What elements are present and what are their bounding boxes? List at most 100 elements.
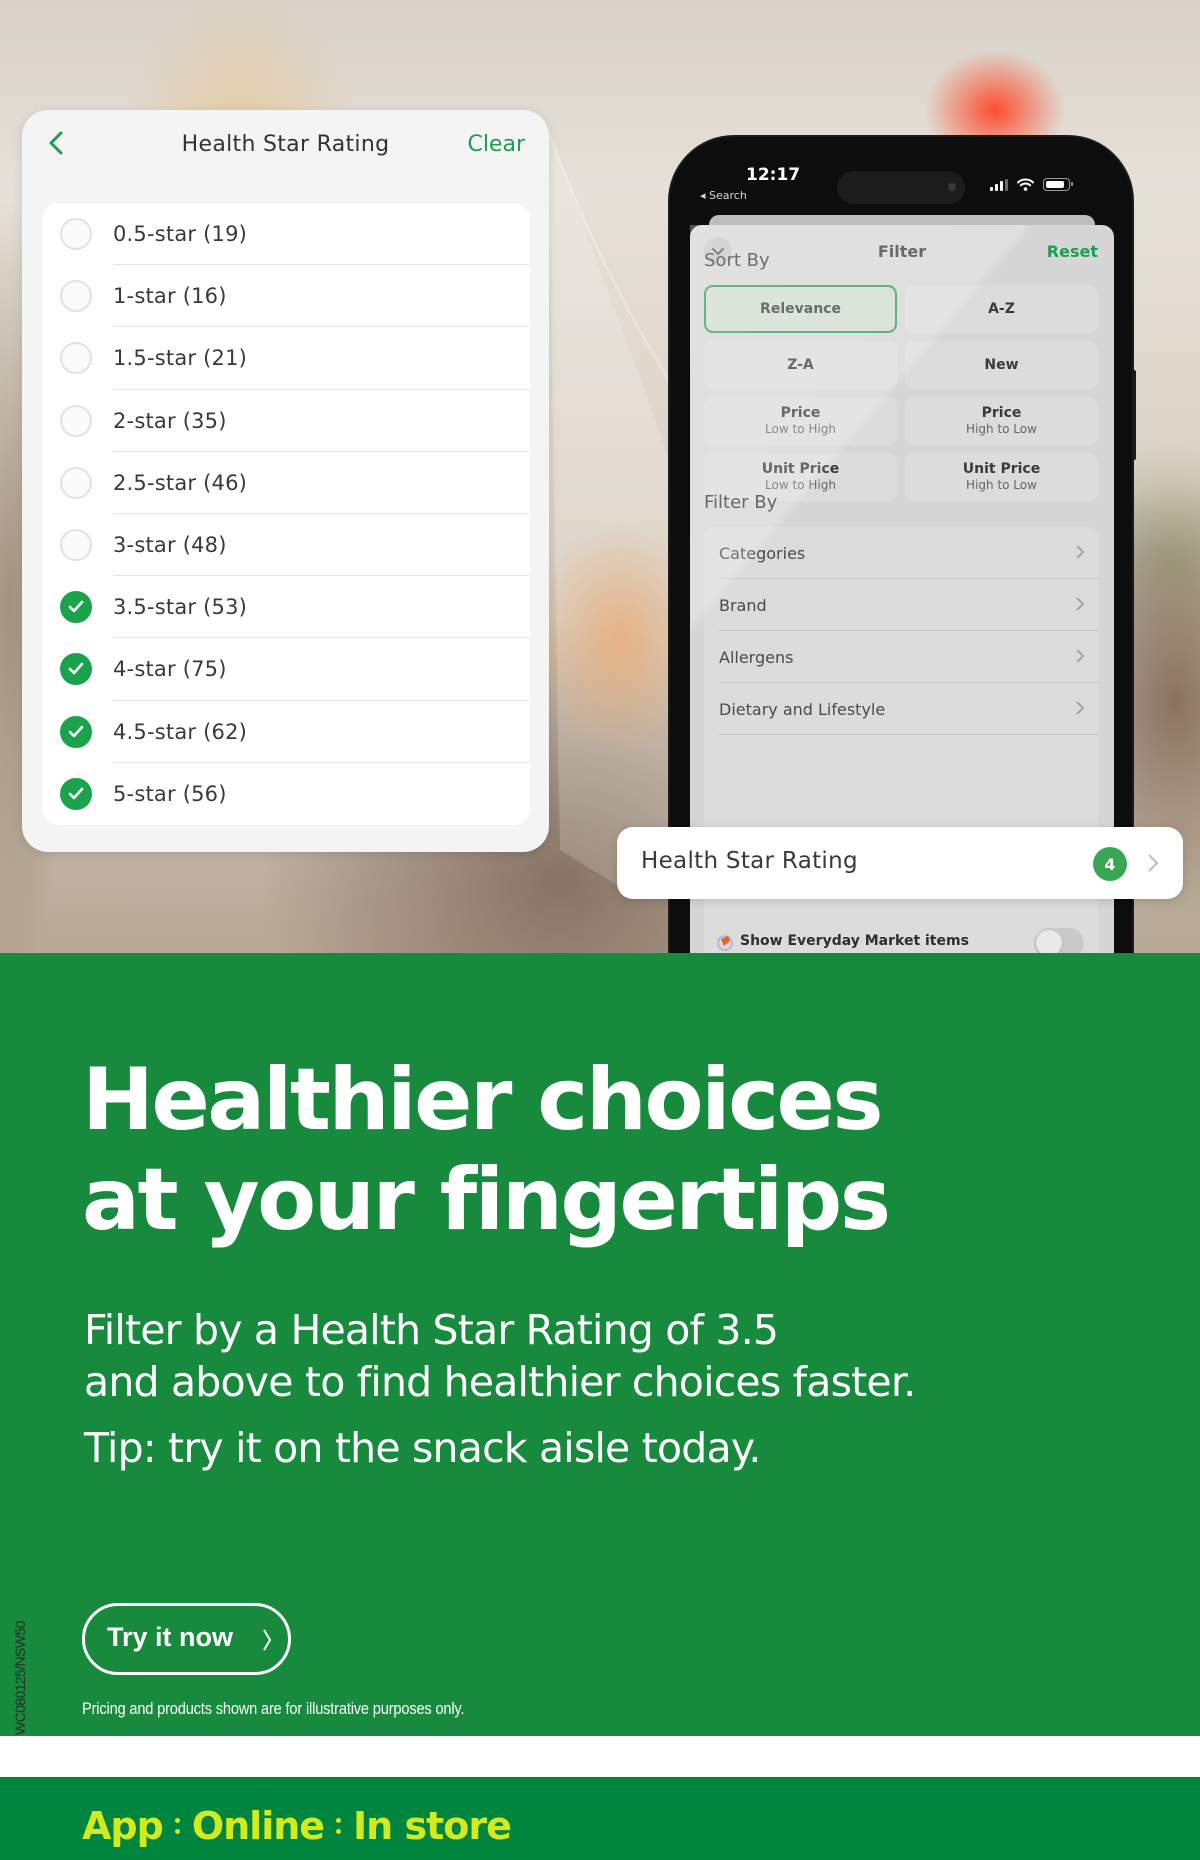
channels-line: App Online In store <box>82 1804 512 1848</box>
sort-new[interactable]: New <box>905 341 1098 389</box>
rating-option-label: 3-star (48) <box>113 533 227 558</box>
sort-label: Relevance <box>760 300 841 317</box>
body-line-2: and above to find healthier choices fast… <box>84 1358 916 1406</box>
rating-option-row[interactable]: 5-star (56) <box>42 763 530 825</box>
chevron-right-icon <box>1076 597 1084 611</box>
selected-count-badge: 4 <box>1093 847 1127 881</box>
battery-icon <box>1043 178 1073 191</box>
sort-label: Z-A <box>787 356 814 373</box>
chevron-right-icon <box>263 1629 272 1651</box>
clear-button[interactable]: Clear <box>467 132 525 157</box>
channel-in-store: In store <box>353 1804 512 1848</box>
filter-row-dietary-lifestyle[interactable]: Dietary and Lifestyle <box>704 683 1098 735</box>
sort-by-heading: Sort By <box>704 250 770 271</box>
rating-option-row[interactable]: 2-star (35) <box>42 390 530 452</box>
front-camera <box>948 183 956 191</box>
rating-option-label: 1.5-star (21) <box>113 346 248 371</box>
signal-icon <box>990 178 1008 191</box>
unchecked-radio[interactable] <box>60 529 92 562</box>
sort-sublabel: High to Low <box>966 478 1037 492</box>
separator-dots <box>334 1818 343 1834</box>
unchecked-radio[interactable] <box>60 218 92 251</box>
health-star-rating-panel: Health Star Rating Clear 0.5-star (19) 1-… <box>22 110 549 852</box>
unchecked-radio[interactable] <box>60 466 92 499</box>
try-it-now-button[interactable]: Try it now <box>82 1603 291 1675</box>
status-icons <box>990 178 1073 191</box>
filter-row-brand[interactable]: Brand <box>704 579 1098 631</box>
channel-app: App <box>82 1804 164 1848</box>
sort-price-low-high[interactable]: Price Low to High <box>704 397 897 445</box>
sort-price-high-low[interactable]: Price High to Low <box>905 397 1098 445</box>
chevron-right-icon <box>1076 649 1084 663</box>
rating-option-row[interactable]: 0.5-star (19) <box>42 203 530 266</box>
sort-sublabel: High to Low <box>966 422 1037 436</box>
status-back-to-search[interactable]: ◂ Search <box>700 189 747 202</box>
sort-unit-price-high-low[interactable]: Unit Price High to Low <box>905 453 1098 501</box>
sort-label: New <box>984 356 1019 373</box>
catalogue-code: WC080125/NSW50 <box>12 1621 28 1735</box>
filter-row-allergens[interactable]: Allergens <box>704 631 1098 683</box>
rating-option-row[interactable]: 3-star (48) <box>42 514 530 577</box>
rating-options-list: 0.5-star (19) 1-star (16) 1.5-star (21) 2-s… <box>42 203 530 825</box>
chevron-right-icon <box>1076 701 1084 715</box>
phone-side-button <box>1132 370 1136 460</box>
rating-option-label: 0.5-star (19) <box>113 222 248 247</box>
rating-option-row[interactable]: 1-star (16) <box>42 265 530 328</box>
filter-row-categories[interactable]: Categories <box>704 527 1098 579</box>
health-star-rating-filter-row[interactable]: Health Star Rating 4 <box>617 827 1183 899</box>
separator-dots <box>173 1818 182 1834</box>
checkmark-icon <box>68 787 84 800</box>
rating-option-label: 2-star (35) <box>113 408 227 433</box>
rating-option-row[interactable]: 4.5-star (62) <box>42 701 530 763</box>
chevron-right-icon <box>1148 854 1159 872</box>
everyday-market-icon <box>717 935 733 951</box>
sort-label: A-Z <box>988 300 1015 317</box>
rating-option-row[interactable]: 4-star (75) <box>42 638 530 701</box>
rating-option-label: 4-star (75) <box>113 657 227 682</box>
sort-label: Unit Price <box>761 461 840 477</box>
rating-option-label: 4.5-star (62) <box>113 719 248 744</box>
status-time: 12:17 <box>746 165 801 185</box>
rating-option-label: 2.5-star (46) <box>113 470 248 495</box>
promo-tip: Tip: try it on the snack aisle today. <box>84 1424 761 1472</box>
rating-option-label: 3.5-star (53) <box>113 595 248 620</box>
checkmark-icon <box>68 725 84 737</box>
rating-option-row[interactable]: 2.5-star (46) <box>42 452 530 515</box>
rating-option-label: 5-star (56) <box>113 781 227 806</box>
unchecked-radio[interactable] <box>60 280 92 313</box>
sort-label: Price <box>780 405 821 421</box>
checked-checkbox-icon[interactable] <box>60 715 92 748</box>
try-it-now-label: Try it now <box>107 1622 234 1652</box>
filter-row-label: Allergens <box>719 647 794 667</box>
disclaimer-text: Pricing and products shown are for illus… <box>82 1699 465 1718</box>
rating-option-row[interactable]: 3.5-star (53) <box>42 576 530 639</box>
unchecked-radio[interactable] <box>60 404 92 437</box>
sort-a-z[interactable]: A-Z <box>905 285 1098 333</box>
dynamic-island <box>837 171 965 204</box>
rating-option-label: 1-star (16) <box>113 284 227 309</box>
promo-headline: Healthier choices at your fingertips <box>82 1050 891 1250</box>
headline-line-2: at your fingertips <box>82 1150 891 1250</box>
checkmark-icon <box>68 600 84 613</box>
divider-strip <box>0 1736 1200 1777</box>
headline-line-1: Healthier choices <box>82 1050 884 1150</box>
rating-option-row[interactable]: 1.5-star (21) <box>42 327 530 390</box>
checked-checkbox-icon[interactable] <box>60 653 92 686</box>
sort-sublabel: Low to High <box>765 422 836 436</box>
promo-body: Filter by a Health Star Rating of 3.5 an… <box>84 1304 916 1408</box>
chevron-right-icon <box>1076 545 1084 559</box>
unchecked-radio[interactable] <box>60 342 92 375</box>
channel-online: Online <box>191 1804 325 1848</box>
body-line-1: Filter by a Health Star Rating of 3.5 <box>84 1306 779 1354</box>
checkmark-icon <box>68 663 84 675</box>
filter-row-label: Brand <box>719 595 767 615</box>
sort-z-a[interactable]: Z-A <box>704 341 897 389</box>
reset-button[interactable]: Reset <box>1047 242 1098 261</box>
sort-label: Unit Price <box>962 461 1041 477</box>
sort-label: Price <box>981 405 1022 421</box>
checked-checkbox-icon[interactable] <box>60 777 92 810</box>
filter-by-heading: Filter By <box>704 492 778 513</box>
checked-checkbox-icon[interactable] <box>60 591 92 624</box>
sort-relevance[interactable]: Relevance <box>704 285 897 333</box>
panel-header: Health Star Rating Clear <box>22 110 549 200</box>
